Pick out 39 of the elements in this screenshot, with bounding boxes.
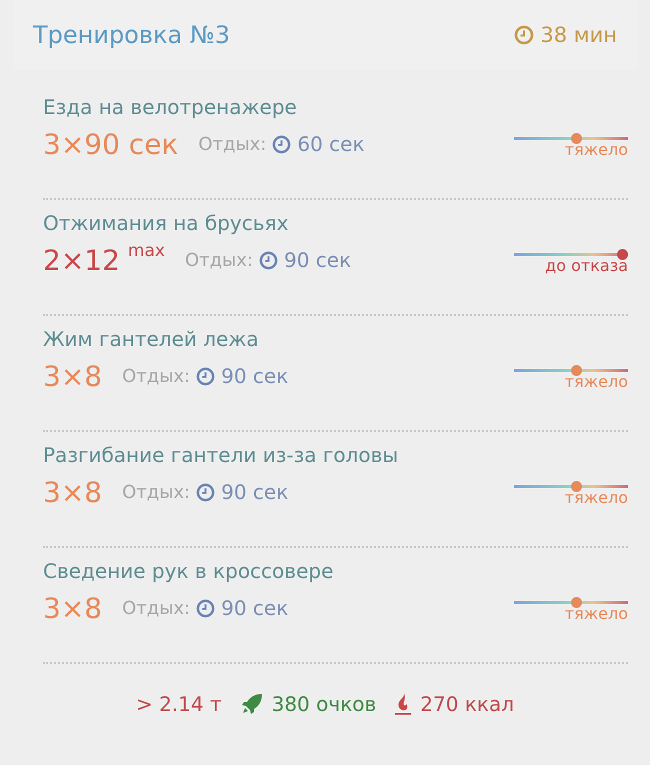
rest-time: 90 сек	[221, 596, 288, 620]
clock-icon	[514, 25, 534, 45]
flame-icon	[394, 692, 412, 716]
sets-reps: 2×12	[43, 244, 120, 276]
intensity-label: тяжело	[564, 373, 628, 391]
max-suffix: max	[128, 241, 165, 261]
workout-title: Тренировка №3	[33, 21, 230, 49]
total-weight: > 2.14 т	[136, 692, 222, 716]
clock-icon	[258, 250, 278, 270]
sets-reps: 3×8	[43, 360, 102, 392]
rest-label: Отдых:	[198, 134, 266, 154]
exercise-name: Сведение рук в кроссовере	[43, 559, 334, 583]
intensity-label: до отказа	[545, 257, 628, 275]
rocket-icon	[240, 692, 264, 716]
intensity-label: тяжело	[564, 605, 628, 623]
sets-reps: 3×90 сек	[43, 128, 178, 160]
clock-icon	[196, 482, 216, 502]
clock-icon	[196, 366, 216, 386]
rest-label: Отдых:	[122, 482, 190, 502]
duration: 38 мин	[540, 23, 617, 47]
rest-time: 90 сек	[221, 480, 288, 504]
rest-label: Отдых:	[184, 250, 253, 270]
intensity-label: тяжело	[564, 489, 628, 507]
intensity-label: тяжело	[564, 141, 628, 159]
rest-label: Отдых:	[122, 598, 190, 618]
sets-reps: 3×8	[43, 592, 102, 624]
exercise-name: Езда на велотренажере	[43, 95, 298, 119]
exercise-name: Разгибание гантели из-за головы	[43, 443, 400, 467]
clock-icon	[196, 598, 216, 618]
exercise-name: Отжимания на брусьях	[43, 211, 290, 235]
rest-label: Отдых:	[122, 366, 190, 386]
rest-time: 60 сек	[297, 132, 365, 156]
calories: 270 ккал	[420, 692, 514, 716]
clock-icon	[272, 134, 292, 154]
sets-reps: 3×8	[43, 476, 102, 508]
points: 380 очков	[272, 692, 376, 716]
rest-time: 90 сек	[284, 248, 352, 272]
rest-time: 90 сек	[221, 364, 288, 388]
exercise-name: Жим гантелей лежа	[43, 327, 260, 351]
